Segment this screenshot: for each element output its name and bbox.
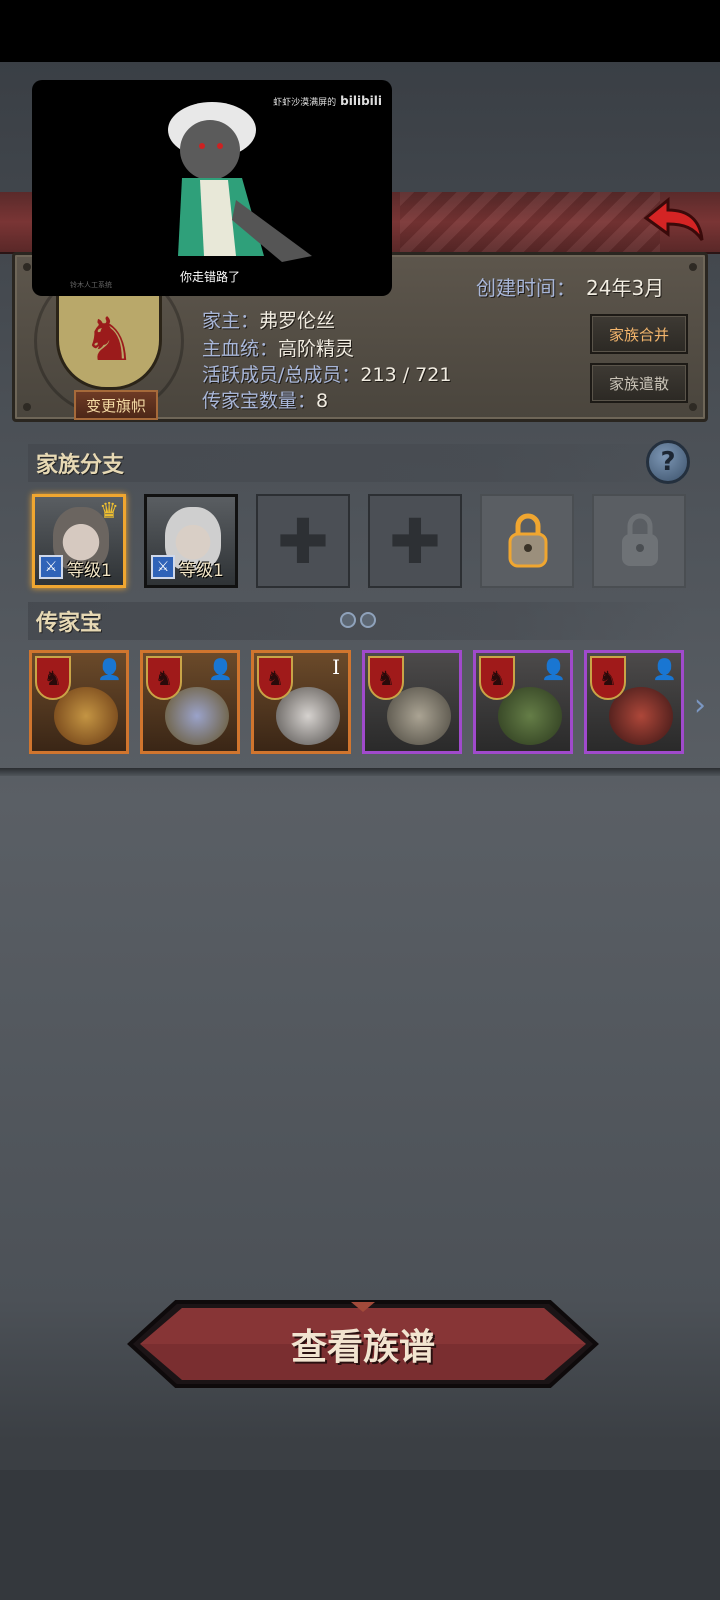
family-crest-icon: ♞ (35, 656, 71, 700)
created-time: 创建时间： 24年3月 (476, 272, 664, 301)
equipped-person-icon: 👤 (97, 657, 122, 681)
video-corner-text: 铃木人工系统 (70, 281, 112, 289)
family-crest-icon: ♞ (590, 656, 626, 700)
video-watermark: 虾虾沙漠满屏的 bilibili (273, 94, 382, 108)
cross-icon: ✚ (277, 504, 329, 578)
view-family-tree-label: 查看族谱 (290, 1327, 435, 1368)
back-arrow-icon[interactable] (638, 196, 708, 246)
member-level: 等级1 (67, 561, 112, 581)
crown-icon: ♛ (99, 499, 119, 524)
members-value: 213 / 721 (360, 364, 452, 386)
status-bar (0, 0, 720, 62)
heirlooms-title: 传家宝 (36, 611, 103, 636)
heirloom-item-6[interactable]: ♞ 👤 (584, 650, 684, 754)
branch-slot-2[interactable]: ⚔ 等级1 (144, 494, 238, 588)
branch-slot-5[interactable] (480, 494, 574, 588)
page-indicator-dot[interactable] (360, 612, 376, 628)
family-crest-icon: ♞ (368, 656, 404, 700)
family-head-line: 家主：弗罗伦丝 (202, 306, 335, 333)
lock-icon (508, 513, 548, 568)
view-family-tree-button[interactable]: 查看族谱 (126, 1298, 600, 1390)
change-flag-button[interactable]: 变更旗帜 (74, 390, 158, 420)
sword-class-icon: ⚔ (151, 555, 175, 579)
app-root: ♞ 变更旗帜 创建时间： 24年3月 家主：弗罗伦丝 主血统：高阶精灵 活跃成员/… (0, 0, 720, 1600)
tier-label: I (332, 655, 340, 679)
lock-icon (622, 513, 658, 566)
family-head-value: 弗罗伦丝 (259, 310, 336, 332)
help-button[interactable]: ? (646, 440, 690, 484)
disband-family-button[interactable]: 家族遣散 (590, 363, 688, 403)
family-crest-icon: ♞ (257, 656, 293, 700)
branch-slot-4[interactable]: ✚ (368, 494, 462, 588)
page-indicator-dot[interactable] (340, 612, 356, 628)
members-label: 活跃成员/总成员： (202, 364, 361, 386)
cross-icon: ✚ (389, 504, 441, 578)
equipped-person-icon: 👤 (208, 657, 233, 681)
family-banner-flag: ♞ (56, 290, 162, 390)
merge-family-button[interactable]: 家族合并 (590, 314, 688, 354)
video-subtitle: 你走错路了 (180, 270, 241, 284)
equipped-person-icon: 👤 (652, 657, 677, 681)
video-watermark-text: 虾虾沙漠满屏的 (273, 98, 337, 108)
family-head-label: 家主： (202, 310, 260, 332)
branch-slot-6 (592, 494, 686, 588)
video-watermark-logo: bilibili (340, 94, 382, 108)
heirloom-item-3[interactable]: ♞ I (251, 650, 351, 754)
chevron-right-icon[interactable]: › (694, 688, 706, 723)
bloodline-value: 高阶精灵 (278, 338, 355, 360)
branches-title: 家族分支 (36, 453, 125, 478)
family-crest-icon: ♞ (479, 656, 515, 700)
created-label: 创建时间： (476, 276, 576, 300)
members-line: 活跃成员/总成员：213 / 721 (202, 360, 451, 387)
heirloom-count-value: 8 (316, 390, 329, 412)
family-crest-icon: ♞ (146, 656, 182, 700)
branches-header: 家族分支 (28, 444, 692, 482)
video-overlay[interactable]: 虾虾沙漠满屏的 bilibili 你走错路了 铃木人工系统 (32, 80, 392, 296)
bottom-bar (0, 1470, 720, 1600)
heirloom-count-label: 传家宝数量： (202, 390, 317, 412)
branch-slot-3[interactable]: ✚ (256, 494, 350, 588)
heirloom-item-2[interactable]: ♞ 👤 (140, 650, 240, 754)
section-divider (0, 768, 720, 776)
heirloom-item-1[interactable]: ♞ 👤 (29, 650, 129, 754)
heirloom-item-4[interactable]: ♞ (362, 650, 462, 754)
branch-slot-1[interactable]: ♛ ⚔ 等级1 (32, 494, 126, 588)
video-character-art (168, 102, 312, 262)
member-level: 等级1 (179, 561, 224, 581)
heirloom-item-5[interactable]: ♞ 👤 (473, 650, 573, 754)
equipped-person-icon: 👤 (541, 657, 566, 681)
heirloom-count-line: 传家宝数量：8 (202, 386, 328, 413)
sword-class-icon: ⚔ (39, 555, 63, 579)
bloodline-label: 主血统： (202, 338, 279, 360)
bloodline-line: 主血统：高阶精灵 (202, 334, 354, 361)
created-value: 24年3月 (586, 276, 665, 300)
